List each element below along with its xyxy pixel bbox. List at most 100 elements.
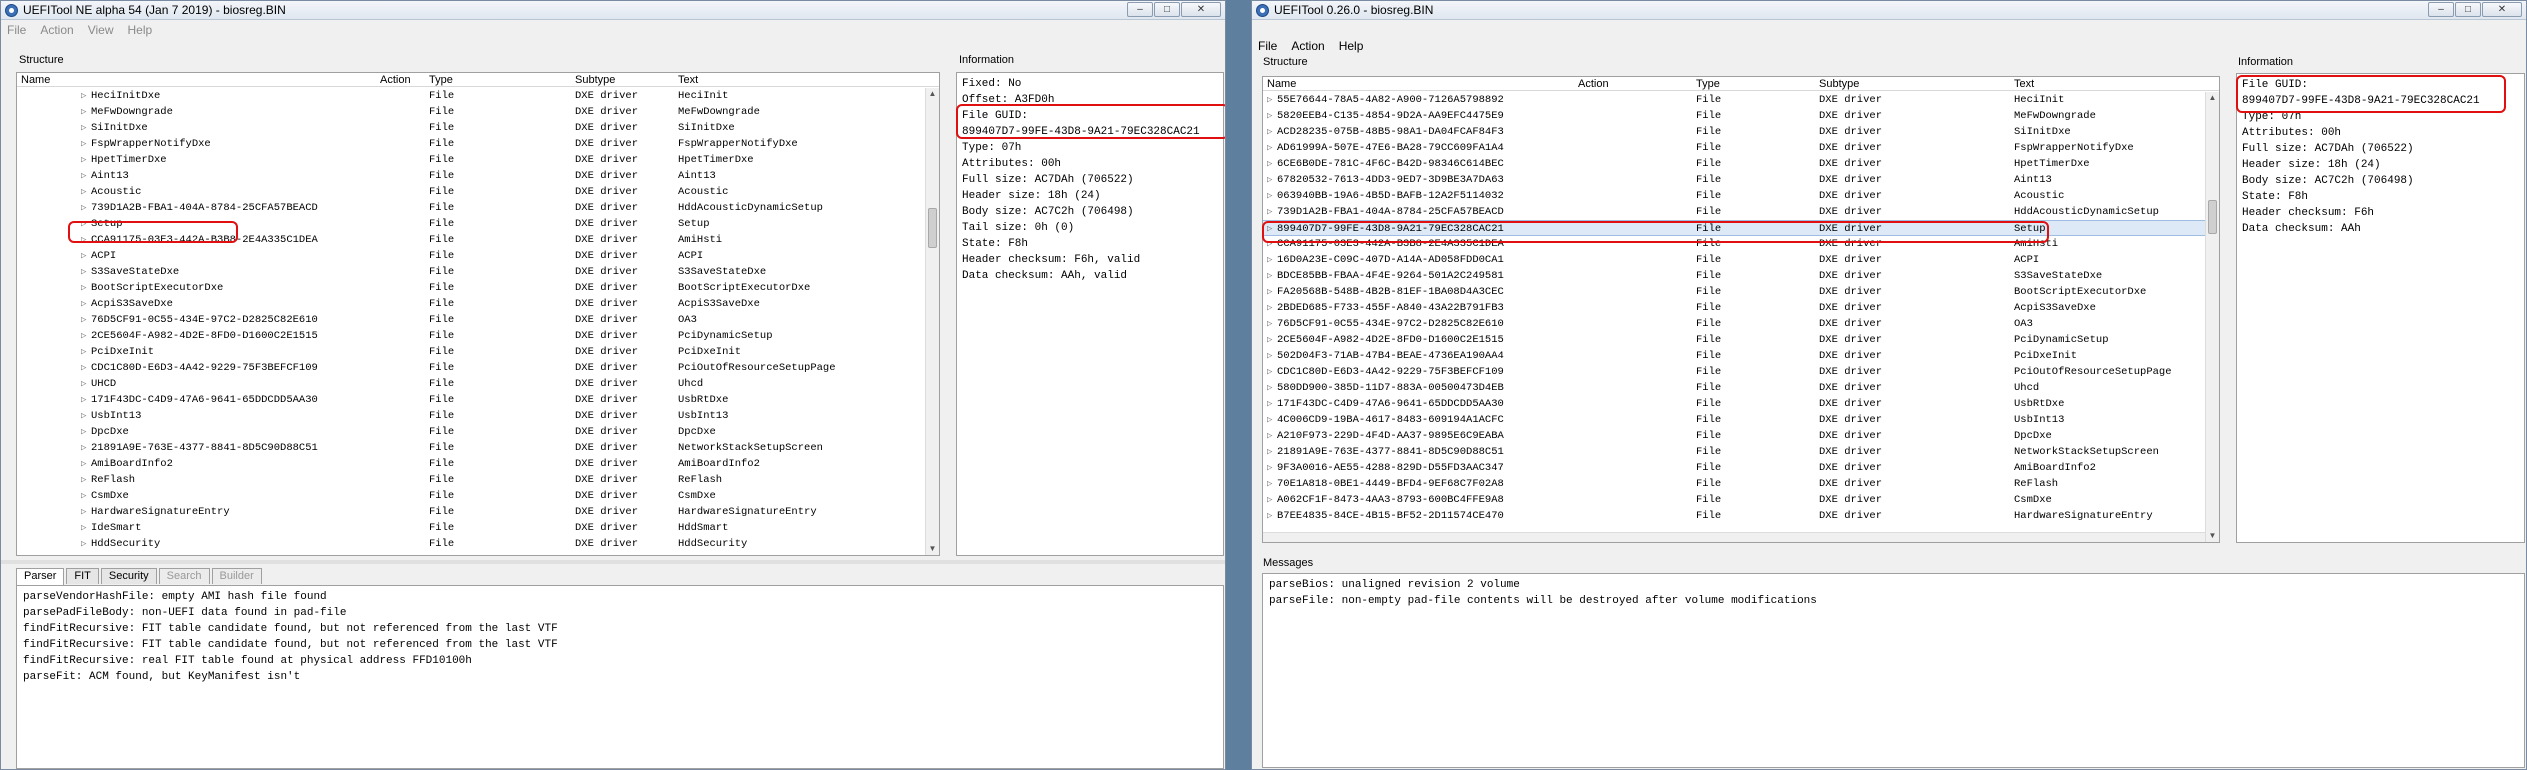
col-subtype[interactable]: Subtype [1819,78,1859,90]
menu-file[interactable]: File [1258,39,1277,53]
messages-panel[interactable]: parseBios: unaligned revision 2 volume pa… [1262,573,2525,768]
expand-arrow-icon[interactable]: ▷ [1267,188,1272,204]
expand-arrow-icon[interactable]: ▷ [1267,476,1272,492]
title-bar[interactable]: UEFITool NE alpha 54 (Jan 7 2019) - bios… [1,1,1225,20]
expand-arrow-icon[interactable]: ▷ [81,136,86,152]
expand-arrow-icon[interactable]: ▷ [1267,172,1272,188]
vertical-scrollbar[interactable]: ▲ ▼ [925,88,939,555]
tree-row[interactable]: ▷ A062CF1F-8473-4AA3-8793-600BC4FFE9A8 Fil… [1263,492,2205,508]
col-type[interactable]: Type [1696,78,1720,90]
maximize-button[interactable]: □ [2455,2,2481,17]
tree-row[interactable]: ▷ HddSecurity File DXE driver HddSecurity [17,536,925,552]
tree-row[interactable]: ▷ 2CE5604F-A982-4D2E-8FD0-D1600C2E1515 Fil… [17,328,925,344]
expand-arrow-icon[interactable]: ▷ [81,392,86,408]
tree-row[interactable]: ▷ 67820532-7613-4DD3-9ED7-3D9BE3A7DA63 Fil… [1263,172,2205,188]
tree-row[interactable]: ▷ AmiBoardInfo2 File DXE driver AmiBoardInfo… [17,456,925,472]
expand-arrow-icon[interactable]: ▷ [81,264,86,280]
expand-arrow-icon[interactable]: ▷ [81,104,86,120]
expand-arrow-icon[interactable]: ▷ [1267,396,1272,412]
tree-row[interactable]: ▷ FA20568B-548B-4B2B-81EF-1BA08D4A3CEC Fil… [1263,284,2205,300]
tree-row[interactable]: ▷ BDCE85BB-FBAA-4F4E-9264-501A2C249581 Fil… [1263,268,2205,284]
tree-row[interactable]: ▷ BootScriptExecutorDxe File DXE driver Boot… [17,280,925,296]
expand-arrow-icon[interactable]: ▷ [81,360,86,376]
vertical-scrollbar[interactable]: ▲ ▼ [2205,92,2219,542]
expand-arrow-icon[interactable]: ▷ [81,168,86,184]
col-name[interactable]: Name [21,74,50,86]
close-button[interactable]: ✕ [2482,2,2522,17]
menu-help[interactable]: Help [128,23,153,37]
expand-arrow-icon[interactable]: ▷ [81,248,86,264]
col-text[interactable]: Text [2014,78,2034,90]
tree-row[interactable]: ▷ A210F973-229D-4F4D-AA37-9895E6C9EABA Fil… [1263,428,2205,444]
tree-row[interactable]: ▷ FspWrapperNotifyDxe File DXE driver FspWra… [17,136,925,152]
expand-arrow-icon[interactable]: ▷ [81,440,86,456]
expand-arrow-icon[interactable]: ▷ [1267,332,1272,348]
expand-arrow-icon[interactable]: ▷ [81,344,86,360]
tree-row[interactable]: ▷ Aint13 File DXE driver Aint13 [17,168,925,184]
expand-arrow-icon[interactable]: ▷ [81,472,86,488]
expand-arrow-icon[interactable]: ▷ [1267,124,1272,140]
tree-row[interactable]: ▷ 739D1A2B-FBA1-404A-8784-25CFA57BEACD Fil… [1263,204,2205,220]
tree-row[interactable]: ▷ 9F3A0016-AE55-4288-829D-D55FD3AAC347 Fil… [1263,460,2205,476]
tree-row[interactable]: ▷ AD61999A-507E-47E6-BA28-79CC609FA1A4 Fil… [1263,140,2205,156]
expand-arrow-icon[interactable]: ▷ [1267,284,1272,300]
close-button[interactable]: ✕ [1181,2,1221,17]
menu-file[interactable]: File [7,23,26,37]
expand-arrow-icon[interactable]: ▷ [81,456,86,472]
expand-arrow-icon[interactable]: ▷ [81,376,86,392]
tree-row[interactable]: ▷ 502D04F3-71AB-47B4-BEAE-4736EA190AA4 Fil… [1263,348,2205,364]
expand-arrow-icon[interactable]: ▷ [81,536,86,552]
expand-arrow-icon[interactable]: ▷ [81,184,86,200]
expand-arrow-icon[interactable]: ▷ [1267,140,1272,156]
expand-arrow-icon[interactable]: ▷ [1267,380,1272,396]
expand-arrow-icon[interactable]: ▷ [1267,300,1272,316]
expand-arrow-icon[interactable]: ▷ [1267,316,1272,332]
tree-row[interactable]: ▷ 16D0A23E-C09C-407D-A14A-AD058FDD0CA1 Fil… [1263,252,2205,268]
col-action[interactable]: Action [1578,78,1609,90]
scroll-up-arrow-icon[interactable]: ▲ [2206,92,2219,104]
structure-tree[interactable]: Name Action Type Subtype Text ▷ HeciInitD… [16,72,940,556]
tree-row[interactable]: ▷ 5820EEB4-C135-4854-9D2A-AA9EFC4475E9 Fil… [1263,108,2205,124]
expand-arrow-icon[interactable]: ▷ [81,200,86,216]
tree-row[interactable]: ▷ 171F43DC-C4D9-47A6-9641-65DDCDD5AA30 Fil… [1263,396,2205,412]
menu-view[interactable]: View [88,23,114,37]
tree-row[interactable]: ▷ HpetTimerDxe File DXE driver HpetTimerDxe [17,152,925,168]
tree-row[interactable]: ▷ 76D5CF91-0C55-434E-97C2-D2825C82E610 Fil… [17,312,925,328]
menu-help[interactable]: Help [1339,39,1364,53]
col-text[interactable]: Text [678,74,698,86]
scroll-thumb[interactable] [2208,200,2217,234]
tree-row[interactable]: ▷ 2BDED685-F733-455F-A840-43A22B791FB3 Fil… [1263,300,2205,316]
expand-arrow-icon[interactable]: ▷ [81,280,86,296]
expand-arrow-icon[interactable]: ▷ [1267,268,1272,284]
tab-parser[interactable]: Parser [16,568,65,585]
scroll-thumb[interactable] [928,208,937,248]
tree-row[interactable]: ▷ 76D5CF91-0C55-434E-97C2-D2825C82E610 Fil… [1263,316,2205,332]
tree-row[interactable]: ▷ 55E76644-78A5-4A82-A900-7126A5798892 Fil… [1263,92,2205,108]
tree-row[interactable]: ▷ ACD28235-075B-48B5-98A1-DA04FCAF84F3 Fil… [1263,124,2205,140]
tree-row[interactable]: ▷ UsbInt13 File DXE driver UsbInt13 [17,408,925,424]
expand-arrow-icon[interactable]: ▷ [81,328,86,344]
tree-row[interactable]: ▷ Acoustic File DXE driver Acoustic [17,184,925,200]
tree-row[interactable]: ▷ CsmDxe File DXE driver CsmDxe [17,488,925,504]
expand-arrow-icon[interactable]: ▷ [1267,252,1272,268]
structure-tree[interactable]: Name Action Type Subtype Text ▷ 55E76644-… [1262,76,2220,543]
expand-arrow-icon[interactable]: ▷ [81,152,86,168]
tree-row[interactable]: ▷ IdeSmart File DXE driver HddSmart [17,520,925,536]
menu-action[interactable]: Action [40,23,73,37]
expand-arrow-icon[interactable]: ▷ [1267,412,1272,428]
expand-arrow-icon[interactable]: ▷ [1267,348,1272,364]
tree-row[interactable]: ▷ ACPI File DXE driver ACPI [17,248,925,264]
col-name[interactable]: Name [1267,78,1296,90]
expand-arrow-icon[interactable]: ▷ [81,312,86,328]
tab-fit[interactable]: FIT [66,568,99,584]
tree-row[interactable]: ▷ CDC1C80D-E6D3-4A42-9229-75F3BEFCF109 Fil… [17,360,925,376]
tree-row[interactable]: ▷ 171F43DC-C4D9-47A6-9641-65DDCDD5AA30 Fil… [17,392,925,408]
parser-messages[interactable]: parseVendorHashFile: empty AMI hash file… [16,585,1224,769]
expand-arrow-icon[interactable]: ▷ [1267,444,1272,460]
tree-row[interactable]: ▷ 739D1A2B-FBA1-404A-8784-25CFA57BEACD Fil… [17,200,925,216]
scroll-up-arrow-icon[interactable]: ▲ [926,88,939,100]
expand-arrow-icon[interactable]: ▷ [81,408,86,424]
tree-row[interactable]: ▷ 21891A9E-763E-4377-8841-8D5C90D88C51 Fil… [17,440,925,456]
expand-arrow-icon[interactable]: ▷ [1267,156,1272,172]
minimize-button[interactable]: – [1127,2,1153,17]
